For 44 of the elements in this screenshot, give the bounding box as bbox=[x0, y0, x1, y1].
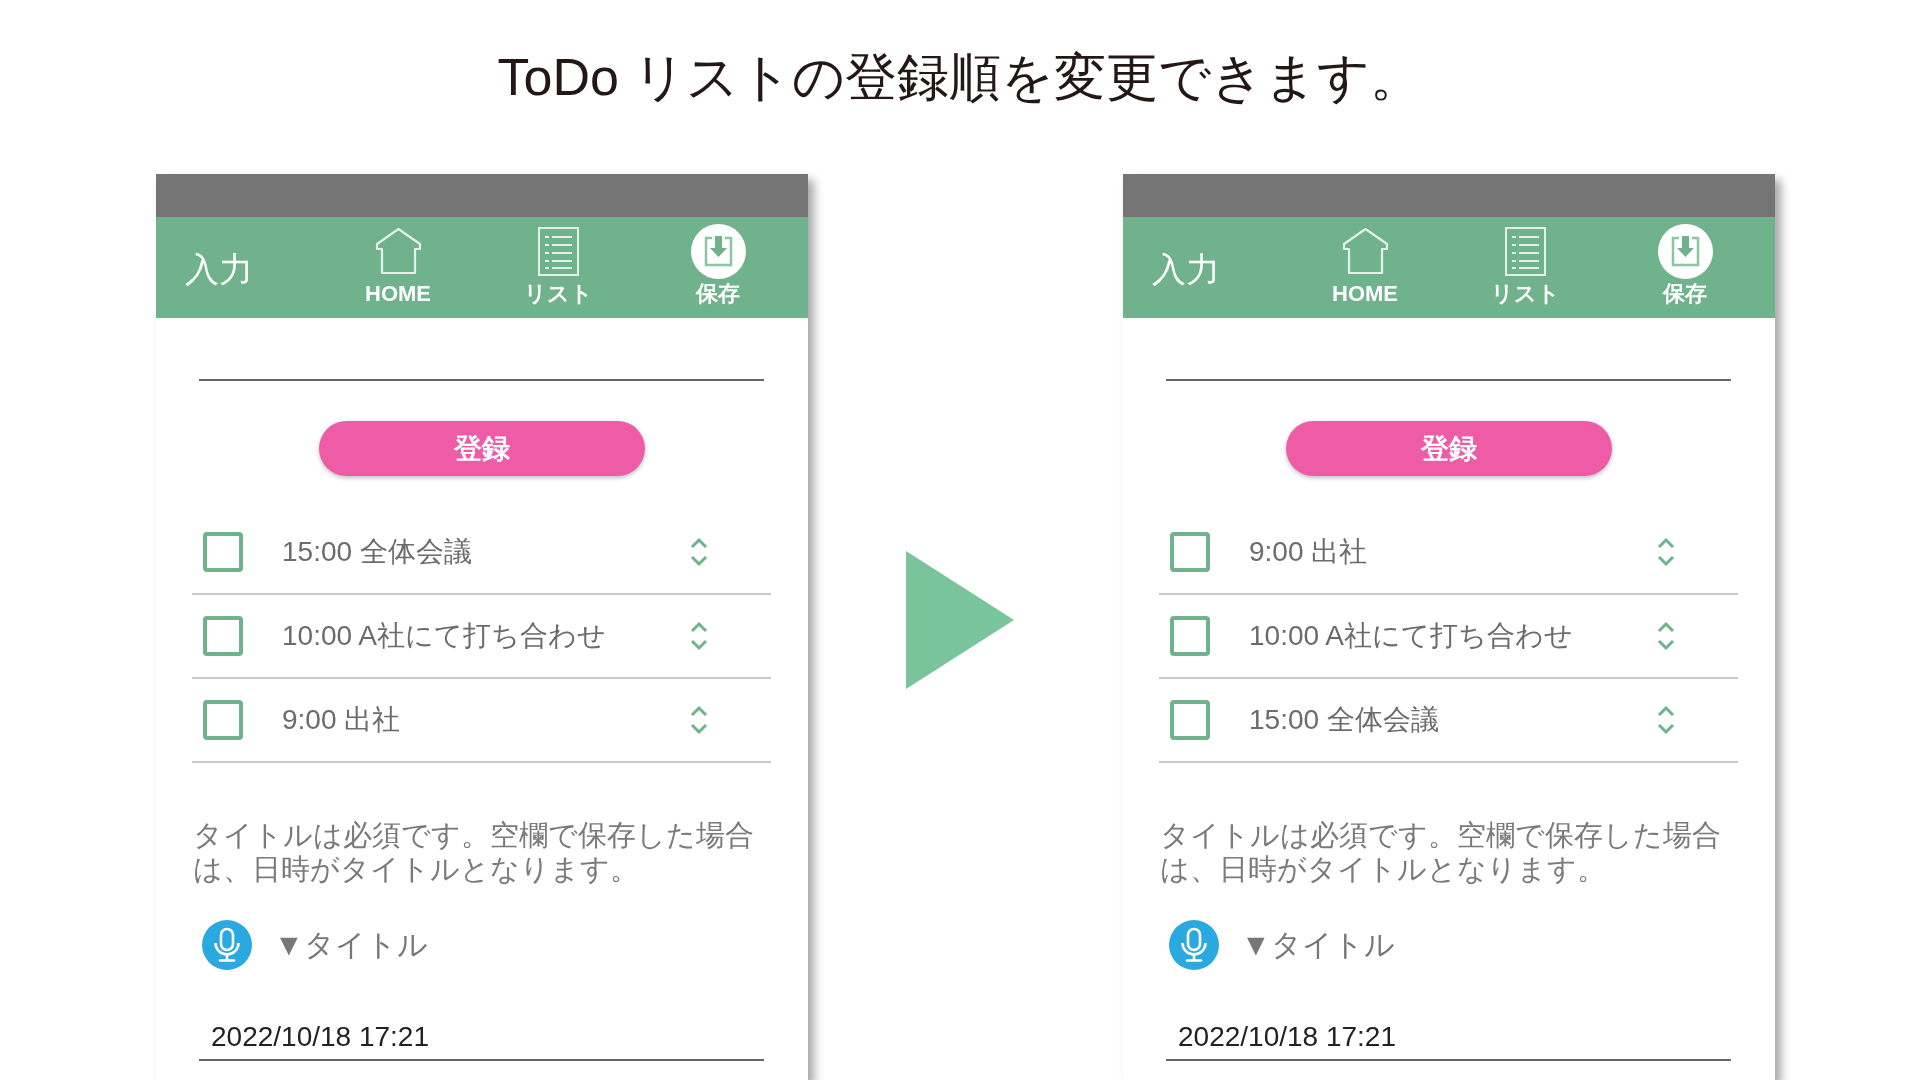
checkbox[interactable] bbox=[1170, 616, 1210, 656]
download-icon bbox=[1657, 223, 1713, 279]
download-icon bbox=[690, 223, 746, 279]
chevrons-up-down-icon[interactable] bbox=[1657, 620, 1675, 652]
checkbox[interactable] bbox=[1170, 532, 1210, 572]
microphone-icon[interactable] bbox=[1169, 920, 1219, 970]
nav-button[interactable]: HOME bbox=[365, 217, 431, 307]
chevrons-up-down-icon[interactable] bbox=[1657, 536, 1675, 568]
nav-button[interactable]: 保存 bbox=[1657, 217, 1713, 307]
house-icon bbox=[1340, 227, 1390, 275]
chevrons-up-down-icon[interactable] bbox=[1657, 704, 1675, 736]
title-input-field[interactable]: 2022/10/18 17:21 bbox=[1166, 1015, 1731, 1061]
chevrons-up-down-icon[interactable] bbox=[690, 536, 708, 568]
todo-text: 10:00 A社にて打ち合わせ bbox=[282, 619, 606, 653]
checkbox[interactable] bbox=[203, 532, 243, 572]
house-icon bbox=[373, 227, 423, 275]
page-heading: ToDo リストの登録順を変更できます。 bbox=[497, 47, 1423, 108]
todo-text: 15:00 全体会議 bbox=[282, 535, 472, 569]
todo-text: 10:00 A社にて打ち合わせ bbox=[1249, 619, 1573, 653]
header-title: 入力 bbox=[185, 248, 253, 289]
todo-text: 9:00 出社 bbox=[282, 703, 401, 737]
document-list-icon bbox=[1504, 226, 1546, 276]
checkbox[interactable] bbox=[1170, 700, 1210, 740]
title-label: ▼タイトル bbox=[274, 926, 428, 963]
register-button[interactable]: 登録 bbox=[1285, 421, 1612, 476]
notice-text: タイトルは必須です。空欄で保存した場合は、日時がタイトルとなります。 bbox=[1160, 818, 1722, 886]
register-button[interactable]: 登録 bbox=[318, 421, 645, 476]
arrow-right-icon bbox=[906, 551, 1014, 689]
nav-button[interactable]: 保存 bbox=[690, 217, 746, 307]
checkbox[interactable] bbox=[203, 616, 243, 656]
microphone-icon[interactable] bbox=[202, 920, 252, 970]
notice-text: タイトルは必須です。空欄で保存した場合は、日時がタイトルとなります。 bbox=[193, 818, 755, 886]
todo-text: 15:00 全体会議 bbox=[1249, 703, 1439, 737]
nav-button[interactable]: リスト bbox=[1490, 217, 1560, 307]
document-list-icon bbox=[537, 226, 579, 276]
chevrons-up-down-icon[interactable] bbox=[690, 704, 708, 736]
chevrons-up-down-icon[interactable] bbox=[690, 620, 708, 652]
nav-button[interactable]: リスト bbox=[523, 217, 593, 307]
nav-button[interactable]: HOME bbox=[1332, 217, 1398, 307]
title-label: ▼タイトル bbox=[1241, 926, 1395, 963]
checkbox[interactable] bbox=[203, 700, 243, 740]
title-input-field[interactable]: 2022/10/18 17:21 bbox=[199, 1015, 764, 1061]
header-title: 入力 bbox=[1152, 248, 1220, 289]
todo-text: 9:00 出社 bbox=[1249, 535, 1368, 569]
